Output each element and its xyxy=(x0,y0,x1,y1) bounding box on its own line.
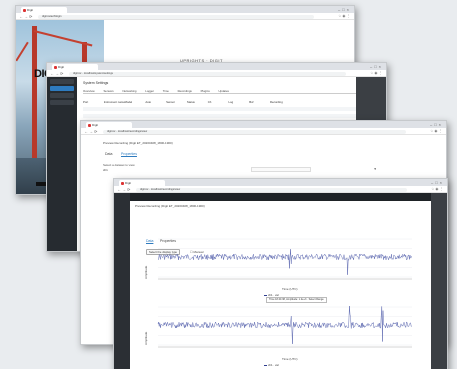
nav-arrows-icon[interactable]: ←→⟳ xyxy=(84,129,98,134)
y-axis-title: Amplitude xyxy=(144,331,148,345)
col-header: Instrument name xyxy=(103,100,125,104)
chevron-down-icon[interactable]: ▾ xyxy=(374,167,376,171)
app-header xyxy=(114,193,447,201)
window-controls[interactable]: –□× xyxy=(431,180,444,185)
nav-arrows-icon[interactable]: ←→⟳ xyxy=(117,187,131,192)
dataset-value[interactable]: ch1 xyxy=(103,168,108,172)
address-toolbar: ←→⟳ digit.io/auth/login ☆◉⋮ xyxy=(16,13,354,20)
favicon-icon xyxy=(87,123,91,127)
y-axis-title: Amplitude xyxy=(144,265,148,279)
page-title: System Settings xyxy=(83,81,109,85)
col-header: Sensor xyxy=(166,100,175,104)
x-axis-title: Time (UTC) xyxy=(282,357,298,361)
address-bar[interactable]: digit.io/... localhost/recordings/view xyxy=(103,129,406,134)
waveform-plot-1[interactable] xyxy=(152,237,412,285)
window-controls[interactable]: –□× xyxy=(370,64,383,69)
waveform-plot-2[interactable] xyxy=(152,305,412,353)
address-bar[interactable]: digit.io/auth/login xyxy=(38,14,314,19)
tab-title: Digit xyxy=(58,65,65,69)
col-header: Port xyxy=(83,100,89,104)
table-header: Port Instrument name Model Auto Sensor S… xyxy=(83,100,356,104)
tab-networking[interactable]: Networking xyxy=(122,89,136,93)
address-toolbar: ←→⟳ digit.io/... localhost/recordings/vi… xyxy=(114,186,447,193)
sidebar-item[interactable] xyxy=(50,93,74,98)
window-controls[interactable]: –□× xyxy=(338,7,351,12)
extensions-icon[interactable]: ☆◉⋮ xyxy=(431,187,444,192)
extensions-icon[interactable]: ☆◉⋮ xyxy=(430,129,443,134)
legend-item: ch1 · val xyxy=(264,363,279,367)
page-title: Preview Recording (Digit ET_20200408_180… xyxy=(135,204,205,208)
legend-swatch xyxy=(264,364,267,366)
settings-tabs: Overview Sensors Networking Logger Time … xyxy=(83,89,356,94)
tab-data[interactable]: Data xyxy=(105,152,112,156)
tab-logger[interactable]: Logger xyxy=(145,89,154,93)
tab-strip: Digit –□× xyxy=(16,6,354,13)
legend-swatch xyxy=(264,294,267,296)
tab-updates[interactable]: Updates xyxy=(219,89,229,93)
col-header: Model xyxy=(124,100,133,104)
col-header: Recording xyxy=(270,100,283,104)
col-header: Log xyxy=(228,100,234,104)
sidebar-item[interactable] xyxy=(50,79,74,84)
tab-recordings[interactable]: Recordings xyxy=(178,89,192,93)
dataset-dropdown[interactable] xyxy=(251,167,311,172)
col-header: Ch xyxy=(207,100,212,104)
tab-strip: Digit –□× xyxy=(47,63,386,70)
dataset-label: Select a dataset to view xyxy=(103,163,135,167)
sidebar xyxy=(47,77,77,251)
legend-label: ch1 · val xyxy=(268,363,279,367)
nav-arrows-icon[interactable]: ←→⟳ xyxy=(19,14,33,19)
favicon-icon xyxy=(22,8,26,12)
address-toolbar: ←→⟳ digit.io/... localhost/system/settin… xyxy=(47,70,386,77)
page-title: Preview Recording (Digit ET_20200408_180… xyxy=(103,141,173,145)
table-row[interactable] xyxy=(83,114,356,118)
hover-tooltip: Time 18:44:38, Amplitude: 1.2e+3 · Selec… xyxy=(266,297,327,303)
waveform-trace xyxy=(157,249,412,275)
browser-window-waveform: Digit –□× ←→⟳ digit.io/... localhost/rec… xyxy=(113,178,448,369)
extensions-icon[interactable]: ☆◉⋮ xyxy=(370,71,383,76)
waveform-svg xyxy=(157,238,412,280)
extensions-icon[interactable]: ☆◉⋮ xyxy=(338,14,351,19)
x-axis-title: Time (UTC) xyxy=(282,287,298,291)
sidebar-item-active[interactable] xyxy=(50,86,74,91)
legend-item: ch1 · val xyxy=(264,293,279,297)
favicon-icon xyxy=(120,181,124,185)
favicon-icon xyxy=(53,65,57,69)
nav-arrows-icon[interactable]: ←→⟳ xyxy=(50,71,64,76)
col-header: Buf xyxy=(249,100,254,104)
tab-sensors[interactable]: Sensors xyxy=(103,89,113,93)
tab-overview[interactable]: Overview xyxy=(83,89,95,93)
address-bar[interactable]: digit.io/... localhost/system/settings xyxy=(69,71,346,76)
tab-title: Digit xyxy=(125,181,132,185)
tab-properties[interactable]: Properties xyxy=(121,152,137,156)
waveform-svg xyxy=(157,305,412,348)
table-row[interactable] xyxy=(83,107,356,111)
sidebar xyxy=(114,193,130,369)
address-toolbar: ←→⟳ digit.io/... localhost/recordings/vi… xyxy=(81,128,446,135)
col-header: Status xyxy=(186,100,195,104)
right-panel xyxy=(431,193,447,369)
col-header: Auto xyxy=(145,100,152,104)
tab-strip: Digit –□× xyxy=(114,179,447,186)
legend-label: ch1 · val xyxy=(268,293,279,297)
window-controls[interactable]: –□× xyxy=(430,122,443,127)
tab-title: Digit xyxy=(27,8,34,12)
tab-strip: Digit –□× xyxy=(81,121,446,128)
tab-plugins[interactable]: Plugins xyxy=(201,89,210,93)
address-bar[interactable]: digit.io/... localhost/recordings/view xyxy=(136,187,407,192)
tab-time[interactable]: Time xyxy=(163,89,169,93)
tab-title: Digit xyxy=(92,123,99,127)
waveform-trace xyxy=(157,305,412,344)
sidebar-item[interactable] xyxy=(50,100,74,105)
